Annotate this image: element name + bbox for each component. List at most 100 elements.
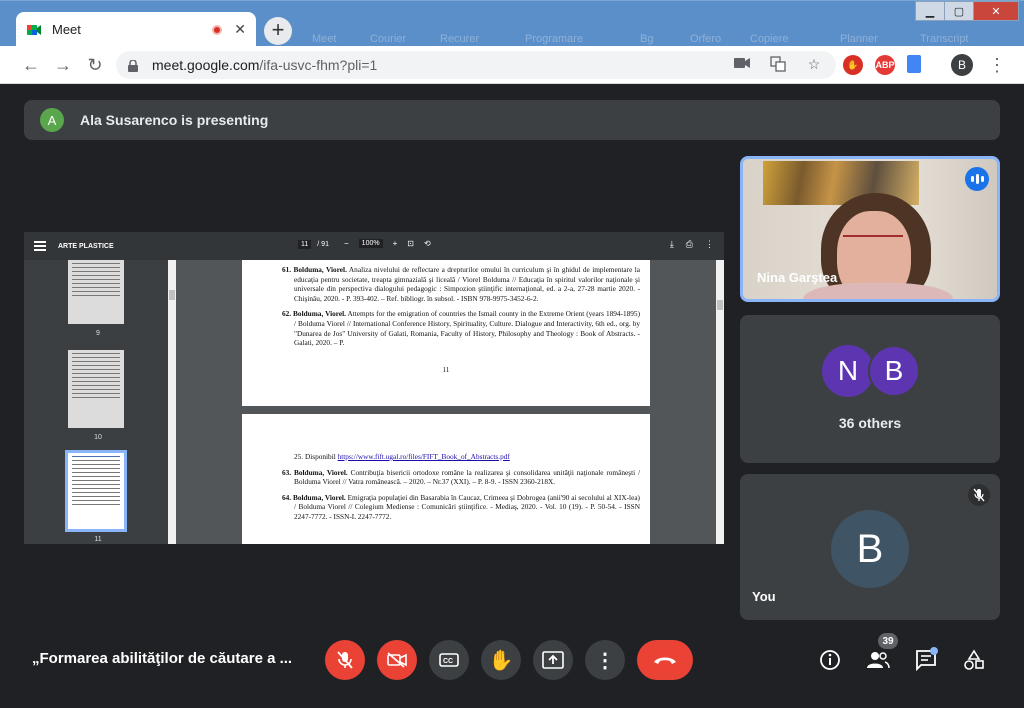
camera-off-button[interactable] [377,640,417,680]
self-avatar: B [831,510,909,588]
thumbnail-number: 10 [94,434,102,441]
pdf-more-icon: ⋮ [705,239,714,249]
browser-toolbar: ← → ↻ meet.google.com/ifa-usvc-fhm?pli=1… [0,46,1024,84]
docs-extension-icon[interactable] [907,55,921,73]
close-window-button[interactable]: ✕ [973,1,1019,21]
others-count-label: 36 others [838,415,902,431]
zoom-out-icon: − [344,239,349,248]
footnote-label: Disponibil [304,452,336,461]
speaking-indicator-icon [965,167,989,191]
presenting-text: Ala Susarenco is presenting [80,112,269,128]
hang-up-icon [654,657,676,664]
hand-icon: ✋ [488,649,514,672]
entry-text: Attempts for the emigration of countries… [294,309,640,348]
avatar: B [868,345,920,397]
pdf-toolbar: ARTE PLASTICE 11 / 91 − 100% + ⊡ ⟲ ⤓ ⎙ ⋮ [24,232,724,260]
self-tile[interactable]: B You [740,474,1000,620]
rotate-icon: ⟲ [423,239,431,248]
bibliography-entry: 62. Bolduma, Viorel. Attempts for the em… [282,303,640,347]
bibliography-entry: 61. Bolduma, Viorel. Analiza nivelului d… [282,260,640,303]
presentation-stream: ARTE PLASTICE 11 / 91 − 100% + ⊡ ⟲ ⤓ ⎙ ⋮ [24,232,724,544]
bookmark-faint: Transcript [920,33,969,45]
speaker-glasses [843,235,903,247]
extension-hand-icon[interactable]: ✋ [843,55,863,75]
footnote-number: 25. [294,452,304,461]
others-tile[interactable]: N B 36 others [740,315,1000,463]
back-arrow-icon[interactable]: ← [20,54,42,76]
raise-hand-button[interactable]: ✋ [481,640,521,680]
chat-unread-dot [930,647,938,655]
bibliography-entry: 64. Bolduma, Viorel. Emigraţia populaţie… [282,487,640,522]
camera-off-icon [387,652,407,668]
meeting-title: „Formarea abilităţilor de căutare a ... [32,650,293,667]
pdf-thumbnail-panel: 9 10 11 [24,260,176,544]
more-vert-icon: ⋮ [595,649,615,672]
meeting-details-info-icon[interactable] [818,648,842,672]
entry-author: 61. Bolduma, Viorel. [282,265,347,274]
forward-arrow-icon[interactable]: → [52,54,74,76]
pdf-thumbnail-selected [65,450,127,532]
abp-label: ABP [875,60,895,70]
url-host: meet.google.com [152,57,260,73]
entry-author: 64. Bolduma, Viorel. [282,492,346,502]
leave-call-button[interactable] [637,640,693,680]
download-icon: ⤓ [669,239,674,249]
fit-page-icon: ⊡ [407,239,414,248]
star-bookmark-icon[interactable]: ☆ [806,56,822,72]
pdf-page: 25. Disponibil https://www.fift.ugal.ro/… [242,414,650,544]
reload-icon[interactable]: ↻ [84,54,106,76]
bookmark-faint: Recurer [440,33,480,45]
present-now-button[interactable] [533,640,573,680]
translate-icon[interactable] [770,56,786,72]
print-icon: ⎙ [685,239,693,249]
activities-shapes-icon[interactable] [962,648,986,672]
bibliography-entry: 63. Bolduma, Viorel. Contribuţia biseric… [282,462,640,487]
closed-captions-icon: CC [439,653,459,667]
present-screen-icon [542,651,564,669]
presenting-banner: A Ala Susarenco is presenting [24,100,1000,140]
pdf-menu-icon [34,241,46,251]
footnote-link: https://www.fift.ugal.ro/files/FIFT_Book… [337,452,510,461]
new-tab-button[interactable]: + [264,17,292,45]
url-path: /ifa-usvc-fhm?pli=1 [259,57,378,73]
close-tab-icon[interactable]: ✕ [234,21,246,38]
page-number: 11 [442,365,450,374]
muted-mic-icon [968,484,990,506]
browser-menu-icon[interactable]: ⋮ [988,54,1006,76]
thumbnail-number: 11 [94,536,102,543]
speaker-body [803,283,953,299]
pdf-thumbnail [68,350,124,428]
mic-off-icon [337,651,353,669]
tab-meet[interactable]: Meet ✕ [16,12,256,47]
profile-avatar[interactable]: B [951,54,973,76]
pdf-page-indicator: 11 / 91 [298,240,329,249]
avatar: N [822,345,874,397]
recording-indicator-icon [212,24,223,35]
pdf-page: 61. Bolduma, Viorel. Analiza nivelului d… [242,260,650,406]
pdf-zoom-level: 100% [358,239,383,248]
adblock-plus-icon[interactable]: ABP [875,55,895,75]
bookmark-faint: Programare [525,33,584,45]
presenter-avatar: A [40,108,64,132]
pdf-zoom-controls: − 100% + ⊡ ⟲ [344,239,431,248]
more-options-button[interactable]: ⋮ [585,640,625,680]
participants-people-icon[interactable] [866,648,890,672]
participants-count-badge: 39 [878,633,898,649]
entry-author: 62. Bolduma, Viorel. [282,309,346,319]
maximize-window-button[interactable]: ▢ [944,1,974,21]
document-scrollbar [716,260,724,544]
pdf-thumbnail [68,260,124,324]
bookmark-faint: Meet [312,33,337,45]
address-bar[interactable]: meet.google.com/ifa-usvc-fhm?pli=1 ☆ [116,51,836,79]
browser-window: Meet ✕ + Meet Courier Recurer Programare… [0,0,1024,708]
self-label: You [752,589,776,604]
captions-button[interactable]: CC [429,640,469,680]
microphone-off-button[interactable] [325,640,365,680]
pdf-page-total: / 91 [317,241,329,248]
camera-blocked-icon[interactable] [734,56,750,72]
speaker-video-tile[interactable]: Nina Garştea [740,156,1000,302]
bookmark-faint: Bg [640,33,654,45]
minimize-window-button[interactable]: ▁ [915,1,945,21]
zoom-in-icon: + [392,239,398,248]
svg-text:CC: CC [443,658,453,665]
